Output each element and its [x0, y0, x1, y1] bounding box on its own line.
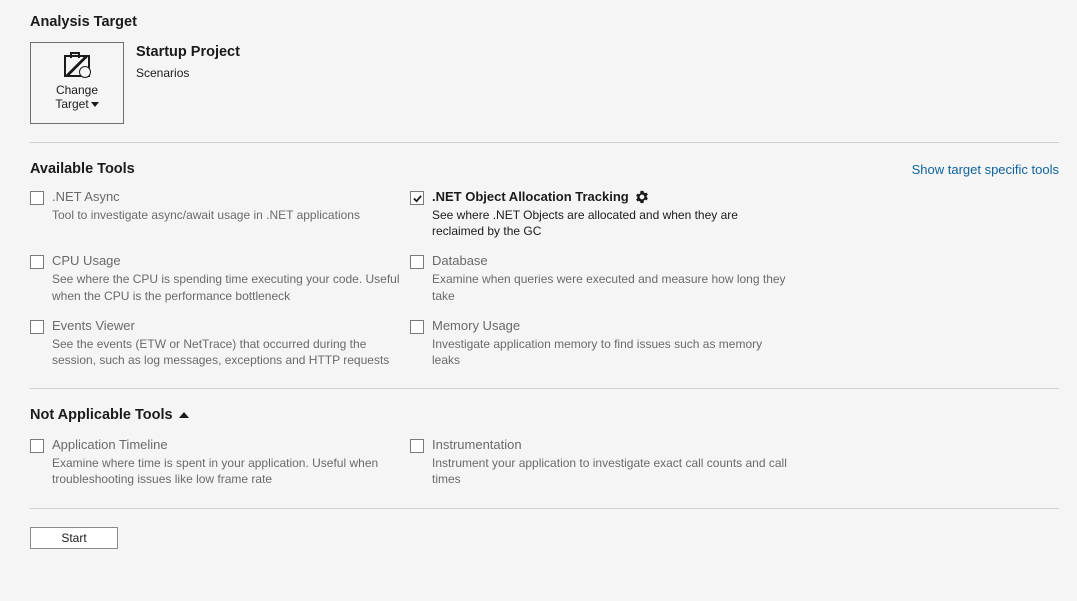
target-project-title: Startup Project	[136, 44, 240, 60]
tool-net-async: .NET Async Tool to investigate async/awa…	[30, 189, 410, 239]
not-applicable-section: Not Applicable Tools Application Timelin…	[30, 407, 1059, 487]
tool-database: Database Examine when queries were execu…	[410, 253, 810, 303]
tool-title: Database	[432, 253, 488, 268]
separator	[30, 508, 1059, 509]
checkbox-memory-usage[interactable]	[410, 320, 424, 334]
show-target-specific-link[interactable]: Show target specific tools	[912, 162, 1059, 177]
tool-cpu-usage: CPU Usage See where the CPU is spending …	[30, 253, 410, 303]
not-applicable-header[interactable]: Not Applicable Tools	[30, 407, 1059, 423]
target-project-sub: Scenarios	[136, 66, 240, 80]
change-target-icon	[64, 55, 90, 77]
separator	[30, 388, 1059, 389]
checkbox-cpu-usage[interactable]	[30, 255, 44, 269]
available-tools-header: Available Tools	[30, 161, 135, 177]
target-info: Startup Project Scenarios	[136, 42, 240, 80]
change-target-label-line2: Target	[55, 97, 98, 111]
analysis-target-section: Analysis Target Change Target Startup Pr…	[30, 14, 1059, 124]
tool-desc: See the events (ETW or NetTrace) that oc…	[52, 336, 410, 368]
change-target-label: Change	[56, 83, 98, 97]
available-tools-section: Available Tools Show target specific too…	[30, 161, 1059, 368]
footer: Start	[30, 527, 1059, 549]
not-applicable-grid: Application Timeline Examine where time …	[30, 437, 1059, 487]
gear-icon[interactable]	[635, 190, 649, 204]
tool-desc: See where the CPU is spending time execu…	[52, 271, 410, 303]
checkbox-events-viewer[interactable]	[30, 320, 44, 334]
chevron-down-icon	[91, 102, 99, 107]
tool-desc: Instrument your application to investiga…	[432, 455, 792, 487]
change-target-button[interactable]: Change Target	[30, 42, 124, 124]
tool-desc: See where .NET Objects are allocated and…	[432, 207, 792, 239]
checkbox-net-async[interactable]	[30, 191, 44, 205]
tool-net-obj-alloc: .NET Object Allocation Tracking See wher…	[410, 189, 810, 239]
checkbox-net-obj-alloc[interactable]	[410, 191, 424, 205]
tool-title: .NET Object Allocation Tracking	[432, 189, 629, 204]
tool-title: Instrumentation	[432, 437, 522, 452]
tool-desc: Examine when queries were executed and m…	[432, 271, 792, 303]
chevron-up-icon	[179, 412, 189, 418]
separator	[30, 142, 1059, 143]
tool-desc: Examine where time is spent in your appl…	[52, 455, 410, 487]
checkbox-database[interactable]	[410, 255, 424, 269]
tool-desc: Tool to investigate async/await usage in…	[52, 207, 360, 223]
tool-title: .NET Async	[52, 189, 120, 204]
tool-app-timeline: Application Timeline Examine where time …	[30, 437, 410, 487]
tool-title: Events Viewer	[52, 318, 135, 333]
checkbox-instrumentation[interactable]	[410, 439, 424, 453]
analysis-target-header: Analysis Target	[30, 14, 1059, 30]
tool-memory-usage: Memory Usage Investigate application mem…	[410, 318, 810, 368]
tool-title: CPU Usage	[52, 253, 121, 268]
tool-title: Application Timeline	[52, 437, 168, 452]
tool-title: Memory Usage	[432, 318, 520, 333]
checkbox-app-timeline[interactable]	[30, 439, 44, 453]
tool-instrumentation: Instrumentation Instrument your applicat…	[410, 437, 810, 487]
tool-events-viewer: Events Viewer See the events (ETW or Net…	[30, 318, 410, 368]
start-button[interactable]: Start	[30, 527, 118, 549]
available-tools-grid: .NET Async Tool to investigate async/awa…	[30, 189, 1059, 368]
tool-desc: Investigate application memory to find i…	[432, 336, 792, 368]
